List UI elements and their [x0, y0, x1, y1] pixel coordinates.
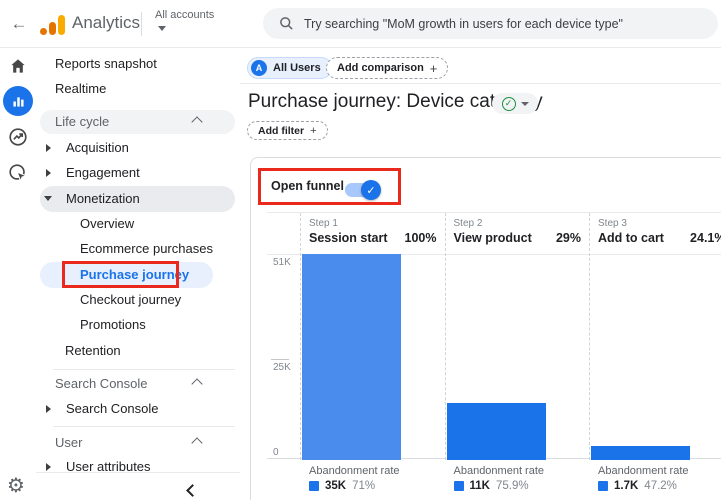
abandonment-percent: 75.9%: [495, 480, 529, 492]
verified-check-icon: ✓: [501, 96, 516, 111]
y-axis-tick: [271, 359, 289, 361]
chevron-up-icon[interactable]: [191, 437, 203, 449]
step-number-label: Step 1: [309, 218, 338, 229]
expand-arrow-icon[interactable]: [46, 169, 51, 177]
all-users-segment-chip[interactable]: A All Users: [247, 57, 332, 79]
funnel-step-column: Step 3 Add to cart 24.1% Abandonment rate 1.…: [589, 213, 721, 492]
funnel-bar[interactable]: [446, 403, 546, 460]
add-filter-label: Add filter: [258, 124, 305, 137]
expand-arrow-icon[interactable]: [46, 144, 51, 152]
step-number-label: Step 2: [453, 218, 483, 229]
funnel-report-card: Open funnel ✓ 51K 25K 0 Step 1 Session start…: [250, 157, 721, 500]
content-divider: [240, 83, 721, 84]
caret-down-icon: [520, 101, 529, 106]
search-input[interactable]: Try searching "MoM growth in users for e…: [263, 8, 718, 39]
y-axis-label: 25K: [273, 362, 291, 374]
abandonment-percent: 47.2%: [644, 480, 677, 492]
sidebar-item-engagement[interactable]: Engagement: [66, 161, 140, 185]
sidebar-item-user-attributes[interactable]: User attributes: [66, 455, 151, 479]
account-switcher[interactable]: All accounts: [155, 9, 214, 21]
funnel-chart: 51K 25K 0 Step 1 Session start 100% Abandonmen…: [267, 212, 721, 492]
collapse-sidebar-icon[interactable]: [186, 484, 199, 497]
step-name: Add to cart: [598, 231, 664, 245]
step-name: Session start: [309, 231, 388, 245]
caret-down-icon[interactable]: [158, 26, 166, 31]
abandonment-rate-label: Abandonment rate: [598, 465, 689, 477]
y-axis-label: 0: [273, 447, 279, 458]
logo-bar-medium: [49, 22, 56, 35]
sidebar-divider: [53, 426, 235, 427]
home-icon[interactable]: [8, 56, 28, 81]
expand-arrow-icon[interactable]: [46, 405, 51, 413]
sidebar-divider: [36, 472, 240, 473]
analytics-logo-icon[interactable]: [40, 12, 66, 36]
add-comparison-button[interactable]: Add comparison +: [326, 57, 449, 79]
step-name: View product: [453, 231, 532, 245]
plus-icon: +: [310, 124, 317, 137]
chevron-up-icon[interactable]: [191, 378, 203, 390]
reports-sidebar: Reports snapshot Realtime Life cycle Acq…: [36, 48, 240, 500]
sidebar-item-realtime[interactable]: Realtime: [55, 77, 106, 101]
add-comparison-label: Add comparison: [337, 62, 424, 74]
sidebar-divider: [53, 369, 235, 370]
logo-dot: [40, 28, 47, 35]
abandonment-value: 11K: [469, 480, 490, 492]
funnel-step-column: Step 1 Session start 100% Abandonment rate 3…: [300, 213, 445, 492]
check-icon: ✓: [366, 184, 376, 197]
funnel-step-column: Step 2 View product 29% Abandonment rate 11K…: [444, 213, 590, 492]
plus-icon: +: [429, 60, 438, 76]
abandonment-percent: 71%: [352, 480, 376, 492]
funnel-bar[interactable]: [591, 446, 690, 460]
segment-label: All Users: [273, 62, 321, 74]
legend-square-icon: [598, 481, 608, 491]
funnel-bar[interactable]: [302, 254, 401, 460]
sidebar-item-retention[interactable]: Retention: [65, 339, 121, 363]
segment-avatar: A: [251, 60, 267, 76]
advertising-icon[interactable]: [7, 162, 29, 189]
report-status-badge[interactable]: ✓: [492, 93, 538, 114]
sidebar-item-acquisition[interactable]: Acquisition: [66, 136, 129, 160]
sidebar-item-ecommerce-purchases[interactable]: Ecommerce purchases: [80, 237, 213, 261]
y-axis-label: 51K: [273, 257, 291, 268]
sidebar-item-purchase-journey[interactable]: Purchase journey: [80, 263, 189, 287]
section-header-life-cycle[interactable]: Life cycle: [55, 110, 109, 134]
sidebar-item-promotions[interactable]: Promotions: [80, 313, 146, 337]
add-filter-button[interactable]: Add filter +: [247, 121, 328, 140]
step-completion-rate: 29%: [555, 231, 581, 245]
back-arrow-icon[interactable]: ←: [8, 13, 30, 35]
abandonment-value: 1.7K: [614, 480, 639, 492]
logo-bar-tall: [58, 15, 65, 35]
legend-square-icon: [309, 481, 319, 491]
section-header-search-console[interactable]: Search Console: [55, 372, 148, 396]
step-number-label: Step 3: [598, 218, 627, 229]
sidebar-item-reports-snapshot[interactable]: Reports snapshot: [55, 52, 157, 76]
product-name: Analytics: [72, 13, 141, 32]
abandonment-value: 35K: [325, 480, 347, 492]
expand-arrow-icon[interactable]: [46, 463, 51, 471]
sidebar-item-search-console[interactable]: Search Console: [66, 397, 159, 421]
analytics-app: ← Analytics All accounts Try searching "…: [0, 0, 721, 500]
navigation-rail: ⚙: [0, 48, 36, 500]
open-funnel-toggle-knob[interactable]: ✓: [361, 180, 381, 200]
step-completion-rate: 24.1%: [690, 231, 721, 245]
settings-gear-icon[interactable]: ⚙: [7, 473, 25, 497]
search-icon: [280, 17, 293, 30]
sidebar-item-checkout-journey[interactable]: Checkout journey: [80, 288, 181, 312]
reports-icon[interactable]: [3, 86, 33, 116]
legend-square-icon: [453, 481, 464, 491]
explore-icon[interactable]: [7, 126, 29, 153]
section-header-user[interactable]: User: [55, 431, 82, 455]
sidebar-item-monetization[interactable]: Monetization: [66, 187, 140, 211]
collapse-arrow-icon[interactable]: [44, 196, 52, 201]
sidebar-item-overview[interactable]: Overview: [80, 212, 134, 236]
abandonment-rate-label: Abandonment rate: [453, 465, 545, 477]
step-completion-rate: 100%: [404, 231, 437, 245]
open-funnel-label: Open funnel: [271, 179, 344, 193]
abandonment-rate-label: Abandonment rate: [309, 465, 400, 477]
topbar-divider: [141, 12, 142, 36]
search-placeholder: Try searching "MoM growth in users for e…: [304, 16, 623, 31]
